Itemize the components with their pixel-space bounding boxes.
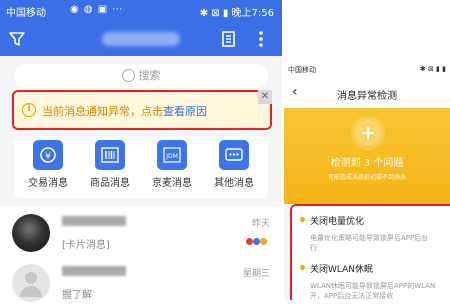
notice-text: 当前消息通知异常，点击查看原因: [42, 105, 207, 118]
info-icon: i: [22, 103, 36, 117]
category-jingmai[interactable]: JDM 京麦消息: [142, 140, 202, 189]
issue-item[interactable]: 关闭电量优化 电量优化策略可能导致锁屏后APP后台 行: [300, 214, 450, 253]
page-title: 消息异常检测: [337, 91, 397, 102]
issue-description: WLAN休眠可能导致锁屏后APP的WLAN: [310, 282, 436, 290]
avatar: [12, 214, 50, 252]
view-reason-link[interactable]: 查看原因: [163, 105, 207, 118]
chat-dots-icon: [219, 140, 249, 170]
message-time: 星期三: [242, 269, 270, 279]
brand-dots-icon: [246, 238, 268, 246]
more-vertical-icon[interactable]: [256, 28, 266, 50]
issues-card: 关闭电量优化 电量优化策略可能导致锁屏后APP后台 行 关闭WLAN休眠 WLA…: [290, 204, 450, 300]
category-other[interactable]: 其他消息: [204, 140, 264, 189]
status-time: ✱ ⊠ ▮ 晚上7:56: [199, 8, 274, 19]
list-item[interactable]: [卡片消息] 昨天: [0, 210, 282, 256]
issue-item[interactable]: 关闭WLAN休眠 WLAN休眠可能导致锁屏后APP的WLAN 开，APP后台无法…: [300, 262, 450, 300]
redacted-name: [62, 216, 126, 226]
status-icons: ◉ ◍ ▣ ⋯: [70, 4, 124, 15]
search-icon: [121, 68, 135, 82]
redacted-title: [102, 32, 180, 46]
issue-description: 电量优化策略可能导致锁屏后APP后台: [310, 234, 429, 242]
clock: 晚上7:56: [231, 8, 274, 19]
category-product[interactable]: 商品消息: [80, 140, 140, 189]
transaction-icon: ¥: [33, 140, 63, 170]
status-icons: ✱ ⊠ ▮ ▮: [419, 65, 446, 73]
issue-description: 行: [310, 244, 317, 252]
category-label: 商品消息: [90, 178, 130, 189]
barcode-icon: [95, 140, 125, 170]
redacted-name: [62, 266, 126, 276]
filter-icon[interactable]: [8, 30, 26, 48]
category-label: 其他消息: [214, 178, 254, 189]
message-preview: [卡片消息]: [62, 240, 110, 251]
status-bar: 中国移动 ◉ ◍ ▣ ⋯ ✱ ⊠ ▮ 晚上7:56: [0, 0, 282, 22]
detection-banner: 检测到 3 个问题 可能造成消息延迟或不到消息: [284, 108, 450, 204]
contacts-book-icon[interactable]: [220, 30, 238, 48]
app-header: [0, 22, 282, 56]
banner-subtext: 可能造成消息延迟或不到消息: [327, 174, 406, 181]
issue-title: 关闭电量优化: [300, 214, 450, 227]
close-icon[interactable]: ✕: [258, 90, 272, 104]
right-phone-screen: 中国移动 ✱ ⊠ ▮ ▮ ‹ 消息异常检测 检测到 3 个问题 可能造成消息延迟…: [284, 62, 450, 300]
list-item[interactable]: 握了解 星期三: [0, 260, 282, 306]
category-label: 京麦消息: [152, 178, 192, 189]
message-preview: 握了解: [62, 290, 92, 301]
svg-text:¥: ¥: [45, 152, 51, 162]
category-label: 交易消息: [28, 178, 68, 189]
svg-text:JDM: JDM: [165, 153, 178, 160]
plus-icon: [355, 120, 381, 146]
status-bar: 中国移动 ✱ ⊠ ▮ ▮: [284, 62, 450, 78]
issue-title: 关闭WLAN休眠: [300, 262, 450, 275]
nav-bar: ‹ 消息异常检测: [284, 78, 450, 108]
issue-count: 检测到 3 个问题: [330, 158, 404, 169]
category-transaction[interactable]: ¥ 交易消息: [18, 140, 78, 189]
carrier-label: 中国移动: [6, 8, 46, 19]
message-categories: ¥ 交易消息 商品消息 JDM 京麦消息 其他消息: [14, 136, 268, 198]
issue-description: 开，APP后台无法正常接收: [310, 292, 394, 300]
notification-warning-banner[interactable]: i 当前消息通知异常，点击查看原因 ✕: [12, 90, 272, 130]
jdm-icon: JDM: [157, 140, 187, 170]
message-list: [卡片消息] 昨天 握了解 星期三: [0, 206, 282, 302]
search-placeholder: 搜索: [138, 69, 161, 82]
carrier-label: 中国移动: [288, 66, 316, 74]
left-phone-screen: 中国移动 ◉ ◍ ▣ ⋯ ✱ ⊠ ▮ 晚上7:56 搜索 i 当前消息通知异常，…: [0, 0, 282, 302]
message-time: 昨天: [251, 219, 270, 229]
default-avatar-icon: [12, 264, 50, 302]
search-bar[interactable]: 搜索: [14, 64, 268, 88]
